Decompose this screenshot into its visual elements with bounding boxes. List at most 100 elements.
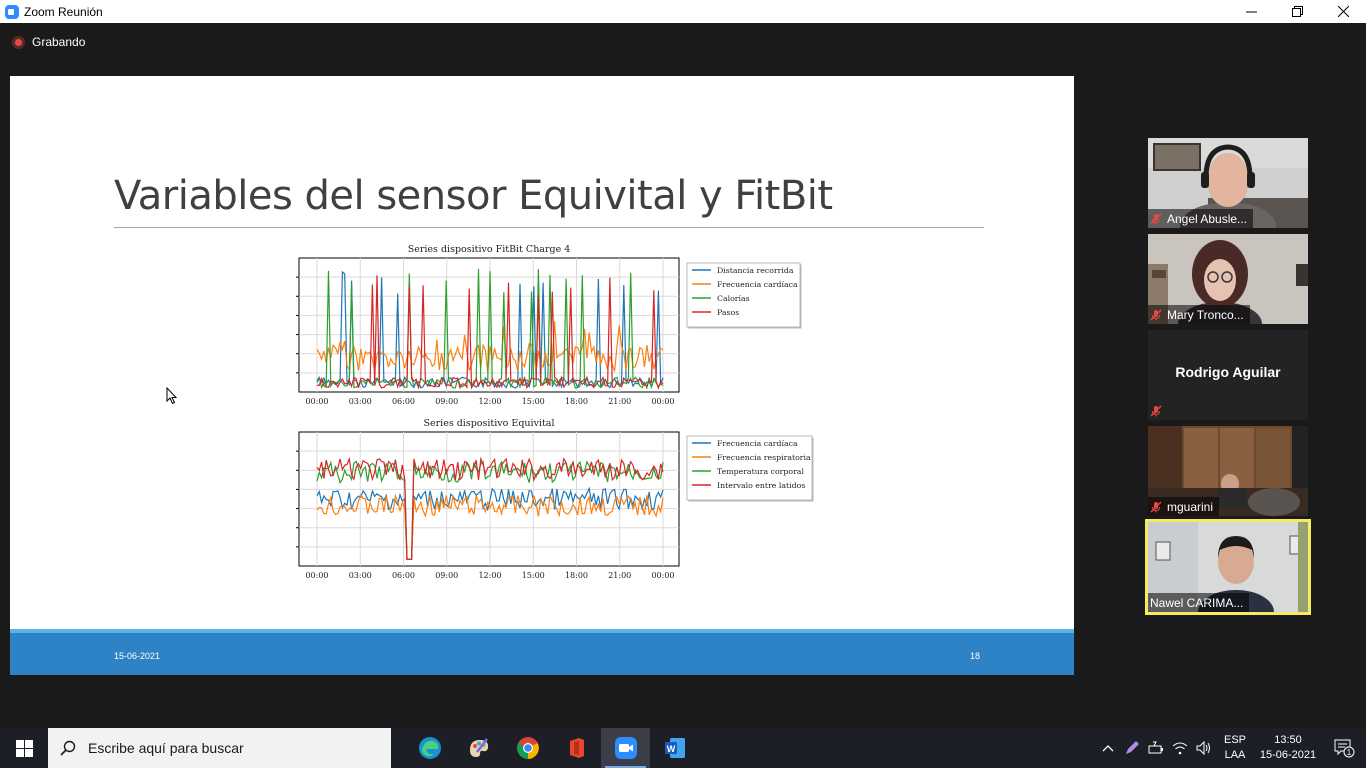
restore-button[interactable] [1274, 0, 1320, 23]
zoom-app-icon [5, 4, 19, 19]
x-tick-label: 09:00 [435, 397, 458, 406]
x-tick-label: 21:00 [608, 397, 631, 406]
legend-label: Calorías [717, 294, 750, 303]
legend-label: Frecuencia cardíaca [717, 280, 798, 289]
edge-icon [418, 737, 441, 759]
minimize-icon [1245, 11, 1257, 13]
search-icon [60, 740, 76, 756]
participant-tile[interactable]: Angel Abusle... [1148, 138, 1308, 228]
x-tick-label: 03:00 [349, 571, 372, 580]
network-tray-button[interactable] [1168, 728, 1192, 768]
x-tick-label: 21:00 [608, 571, 631, 580]
muted-mic-icon [1150, 501, 1162, 512]
taskbar-word[interactable]: W [650, 728, 699, 768]
speaker-icon [1196, 741, 1210, 755]
participant-name: mguarini [1167, 499, 1214, 514]
battery-icon [1148, 741, 1163, 754]
title-bar: Zoom Reunión [0, 0, 1366, 23]
participant-name-no-video: Rodrigo Aguilar [1175, 364, 1281, 380]
show-hidden-icons-button[interactable] [1096, 728, 1120, 768]
participant-name-bar: Angel Abusle... [1148, 209, 1254, 228]
participant-name-bar: Nawel CARIMA... [1148, 593, 1250, 612]
wifi-icon [1172, 742, 1188, 755]
clock-time: 13:50 [1274, 734, 1302, 746]
x-tick-label: 06:00 [392, 397, 415, 406]
x-tick-label: 00:00 [651, 397, 674, 406]
participant-name-bar [1148, 401, 1168, 420]
notification-icon: 1 [1334, 739, 1355, 758]
paint-icon [469, 738, 488, 757]
participant-tile[interactable]: Rodrigo Aguilar [1148, 330, 1308, 420]
muted-mic-icon [1150, 405, 1162, 416]
x-tick-label: 18:00 [565, 571, 588, 580]
recording-label: Grabando [32, 35, 86, 49]
x-tick-label: 00:00 [305, 397, 328, 406]
zoom-icon [614, 737, 637, 759]
participant-name: Nawel CARIMA... [1150, 595, 1244, 610]
chevron-up-icon [1102, 745, 1114, 752]
close-icon [1337, 6, 1349, 17]
taskbar-zoom[interactable] [601, 728, 650, 768]
x-tick-label: 03:00 [349, 397, 372, 406]
x-tick-label: 00:00 [651, 571, 674, 580]
pen-tray-button[interactable] [1120, 728, 1144, 768]
legend-label: Temperatura corporal [717, 467, 804, 476]
input-language[interactable]: ESP LAA [1216, 733, 1254, 763]
x-tick-label: 12:00 [478, 571, 501, 580]
action-center-button[interactable]: 1 [1322, 728, 1366, 768]
legend-label: Frecuencia respiratoria [717, 453, 811, 462]
language-code: ESP [1223, 734, 1246, 746]
participant-tile-active-speaker[interactable]: Nawel CARIMA... [1145, 519, 1311, 615]
system-tray: ESP LAA 13:50 15-06-2021 1 [1096, 728, 1366, 768]
participant-name-bar: mguarini [1148, 497, 1220, 516]
window-title: Zoom Reunión [24, 4, 103, 19]
svg-text:W: W [666, 744, 675, 754]
clock-date: 15-06-2021 [1259, 749, 1317, 761]
participant-name: Angel Abusle... [1167, 211, 1248, 226]
x-tick-label: 15:00 [522, 571, 545, 580]
mouse-cursor-icon [166, 387, 178, 405]
windows-logo-icon [15, 739, 33, 757]
start-button[interactable] [0, 728, 48, 768]
participant-name-bar: Mary Tronco... [1148, 305, 1250, 324]
pen-icon [1126, 741, 1139, 754]
recording-indicator[interactable]: Grabando [12, 35, 85, 49]
slide-title: Variables del sensor Equivital y FitBit [114, 173, 833, 219]
taskbar-chrome[interactable] [503, 728, 552, 768]
taskbar-edge[interactable] [405, 728, 454, 768]
footer-date: 15-06-2021 [114, 651, 161, 661]
close-button[interactable] [1320, 0, 1366, 23]
restore-icon [1291, 6, 1303, 17]
clock[interactable]: 13:50 15-06-2021 [1254, 733, 1322, 763]
taskbar-office[interactable] [552, 728, 601, 768]
battery-tray-button[interactable] [1144, 728, 1168, 768]
x-tick-label: 15:00 [522, 397, 545, 406]
legend-label: Pasos [717, 308, 739, 317]
slide-footer: 15-06-2021 18 [10, 629, 1074, 675]
x-tick-label: 00:00 [305, 571, 328, 580]
x-tick-label: 06:00 [392, 571, 415, 580]
legend-label: Intervalo entre latidos [717, 481, 805, 490]
slide-number: 18 [970, 651, 981, 661]
office-icon [569, 738, 584, 758]
x-tick-label: 09:00 [435, 571, 458, 580]
chrome-icon [516, 737, 539, 759]
muted-mic-icon [1150, 213, 1162, 224]
minimize-button[interactable] [1228, 0, 1274, 23]
participant-tile[interactable]: mguarini [1148, 426, 1308, 516]
windows-taskbar: Escribe aquí para buscar W ESP LAA 13:50… [0, 728, 1366, 768]
x-tick-label: 18:00 [565, 397, 588, 406]
x-tick-label: 12:00 [478, 397, 501, 406]
notification-count: 1 [1347, 748, 1352, 757]
taskbar-paint[interactable] [454, 728, 503, 768]
word-icon: W [664, 738, 685, 758]
volume-tray-button[interactable] [1192, 728, 1216, 768]
legend-label: Frecuencia cardíaca [717, 439, 798, 448]
chart-title: Series dispositivo FitBit Charge 4 [408, 244, 571, 255]
taskbar-search[interactable]: Escribe aquí para buscar [48, 728, 391, 768]
participant-tile[interactable]: Mary Tronco... [1148, 234, 1308, 324]
muted-mic-icon [1150, 309, 1162, 320]
search-placeholder: Escribe aquí para buscar [88, 740, 244, 756]
shared-screen: Variables del sensor Equivital y FitBit … [10, 76, 1074, 675]
record-icon [12, 35, 25, 49]
